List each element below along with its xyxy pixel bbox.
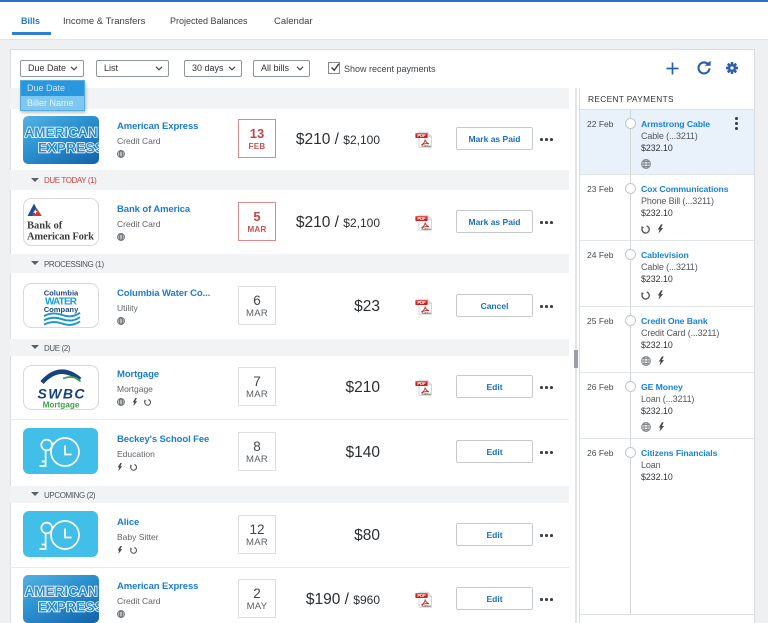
svg-text:Mortgage: Mortgage — [43, 401, 80, 410]
svg-text:Company: Company — [44, 305, 79, 314]
svg-text:Bank of: Bank of — [27, 221, 63, 232]
svg-text:SWBC: SWBC — [38, 386, 86, 402]
svg-text:American Fork: American Fork — [27, 232, 94, 243]
